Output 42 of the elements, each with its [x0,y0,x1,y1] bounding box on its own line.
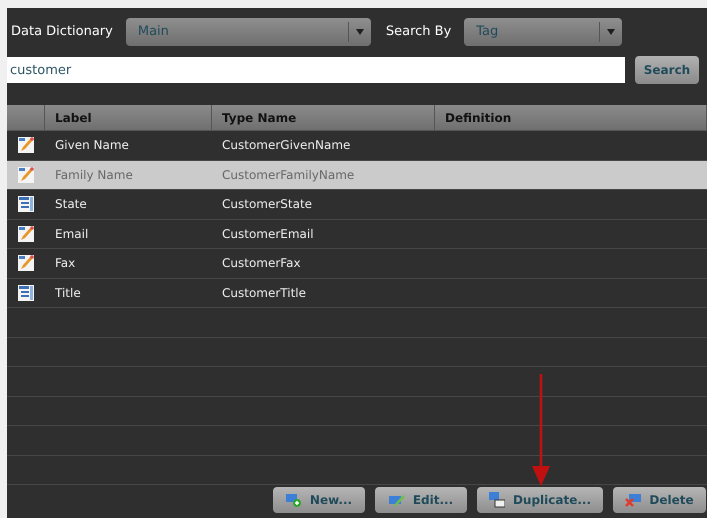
add-icon [286,493,302,507]
table-row[interactable]: State CustomerState [7,190,707,220]
label-cell-text: State [54,196,88,214]
list-form-icon [18,284,34,302]
table-row[interactable]: Family Name CustomerFamilyName [7,160,707,190]
label-cell-text: Email [54,226,90,243]
pencil-form-icon [18,224,34,243]
table-row[interactable]: Email CustomerEmail [7,220,707,249]
dropdown-value: Tag [475,23,500,42]
pencil-form-icon [18,166,34,184]
label-cell-text: Given Name [54,137,130,154]
search-field[interactable]: customer [7,57,625,83]
type-name-cell-text: CustomerEmail [221,226,314,243]
column-header[interactable]: Label [55,108,92,126]
edit-button[interactable]: Edit... [375,487,467,513]
type-name-cell-text: CustomerFamilyName [221,166,354,184]
data-dictionary-label: Data Dictionary [11,23,113,42]
type-name-cell-text: CustomerGivenName [221,137,350,154]
new-button[interactable]: New... [273,487,365,513]
list-form-icon [18,195,34,214]
table-row[interactable]: Title CustomerTitle [7,278,707,308]
dropdown-value: Main [136,23,170,42]
label-cell-text: Title [54,284,82,302]
column-header[interactable]: Type Name [222,108,296,126]
label-cell-text: Fax [54,255,76,272]
type-name-cell-text: CustomerTitle [221,284,306,302]
search-by-label: Search By [386,23,452,42]
label-cell-text: Family Name [54,166,134,184]
type-name-cell-text: CustomerState [221,196,312,214]
dropdown[interactable]: Tag [464,18,622,46]
pencil-form-icon [18,254,34,272]
column-header[interactable]: Definition [445,108,512,126]
search-button[interactable]: Search [635,56,699,84]
pencil-form-icon [18,136,34,154]
table-row[interactable]: Fax CustomerFax [7,249,707,278]
duplicate-icon [488,492,505,508]
edit-icon [388,493,405,507]
delete-icon [625,493,642,507]
delete-button[interactable]: Delete [613,487,706,513]
duplicate-button[interactable]: Duplicate... [477,487,603,513]
type-name-cell-text: CustomerFax [221,255,301,272]
dropdown[interactable]: Main [126,18,371,46]
